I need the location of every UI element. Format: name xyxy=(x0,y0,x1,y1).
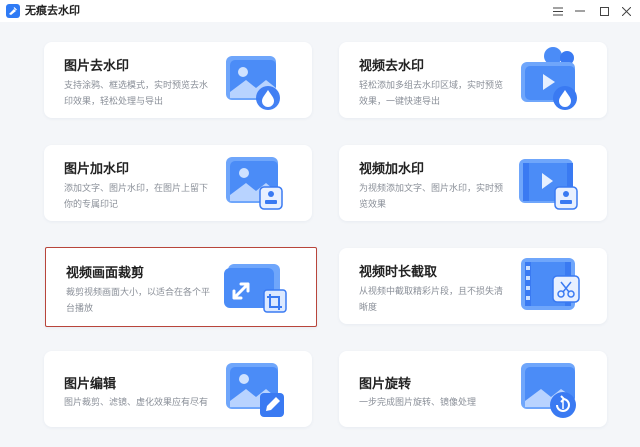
film-scissors-icon xyxy=(521,258,580,310)
minimize-icon[interactable] xyxy=(568,0,592,22)
card-title: 视频加水印 xyxy=(359,162,425,177)
card-desc-line1: 支持涂鸦、框选模式，实时预览去水 xyxy=(64,81,209,91)
card-desc-line1: 图片裁剪、滤镜、虚化效果应有尽有 xyxy=(64,398,209,408)
card-desc-line1: 为视频添加文字、图片水印，实时预 xyxy=(359,184,504,194)
card-desc-line2: 晰度 xyxy=(359,303,378,313)
card-title: 图片编辑 xyxy=(64,377,117,392)
card-desc-line2: 效果，一键快速导出 xyxy=(359,97,441,107)
image-edit-icon xyxy=(226,363,284,417)
app-logo-icon xyxy=(6,4,20,18)
video-droplet-icon xyxy=(521,47,577,110)
close-icon[interactable] xyxy=(614,0,638,22)
card-title: 视频时长截取 xyxy=(359,265,438,280)
card-title: 图片加水印 xyxy=(64,162,130,177)
card-video-trim[interactable]: 视频时长截取 从视频中截取精彩片段，且不损失清 晰度 xyxy=(339,248,607,324)
card-video-crop[interactable]: 视频画面裁剪 裁剪视频画面大小，以适合在各个平 台播放 xyxy=(45,247,317,327)
card-image-rotate[interactable]: 图片旋转 一步完成图片旋转、镜像处理 xyxy=(339,351,607,427)
card-title: 视频画面裁剪 xyxy=(66,266,145,281)
card-image-remove-watermark[interactable]: 图片去水印 支持涂鸦、框选模式，实时预览去水 印效果，轻松处理与导出 xyxy=(44,42,312,118)
card-image-add-watermark[interactable]: 图片加水印 添加文字、图片水印，在图片上留下 你的专属印记 xyxy=(44,145,312,221)
card-desc-line2: 台播放 xyxy=(66,304,94,314)
card-image-edit[interactable]: 图片编辑 图片裁剪、滤镜、虚化效果应有尽有 xyxy=(44,351,312,427)
card-desc-line1: 从视频中截取精彩片段，且不损失清 xyxy=(359,287,504,297)
app-title: 无痕去水印 xyxy=(25,4,80,17)
card-video-remove-watermark[interactable]: 视频去水印 轻松添加多组去水印区域，实时预览 效果，一键快速导出 xyxy=(339,42,607,118)
card-title: 视频去水印 xyxy=(359,59,425,74)
image-stamp-icon xyxy=(226,157,283,210)
card-desc-line2: 你的专属印记 xyxy=(64,200,119,210)
hamburger-menu-icon[interactable] xyxy=(546,0,570,22)
card-desc-line1: 一步完成图片旋转、镜像处理 xyxy=(359,398,477,408)
card-desc-line1: 裁剪视频画面大小，以适合在各个平 xyxy=(66,288,211,298)
card-video-add-watermark[interactable]: 视频加水印 为视频添加文字、图片水印，实时预 览效果 xyxy=(339,145,607,221)
maximize-icon[interactable] xyxy=(592,0,616,22)
card-title: 图片去水印 xyxy=(64,59,130,74)
card-title: 图片旋转 xyxy=(359,377,412,392)
image-droplet-icon xyxy=(226,56,280,110)
card-desc-line2: 览效果 xyxy=(359,200,387,210)
card-desc-line2: 印效果，轻松处理与导出 xyxy=(64,97,164,107)
video-stamp-icon xyxy=(519,159,578,210)
video-crop-icon xyxy=(224,264,287,313)
card-desc-line1: 轻松添加多组去水印区域，实时预览 xyxy=(359,81,504,91)
title-bar: 无痕去水印 xyxy=(0,0,640,22)
image-rotate-icon xyxy=(521,363,576,418)
card-desc-line1: 添加文字、图片水印，在图片上留下 xyxy=(64,184,209,194)
